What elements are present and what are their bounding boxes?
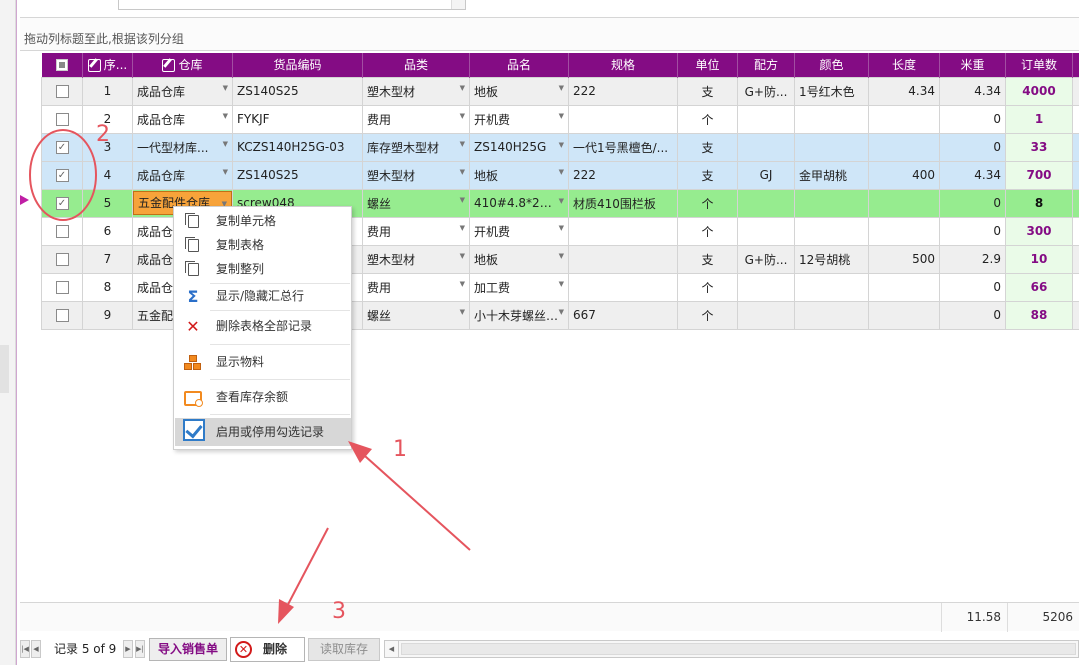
annotation-overlay	[29, 129, 471, 624]
annotation-arrow-3	[282, 527, 329, 615]
annotation-number-1: 1	[393, 437, 407, 462]
annotation-circle	[29, 129, 97, 221]
annotation-number-3: 3	[332, 599, 346, 624]
annotation-number-2: 2	[96, 122, 110, 147]
annotation-arrow-1	[355, 447, 471, 551]
annotation-arrow-3-head	[278, 599, 294, 624]
